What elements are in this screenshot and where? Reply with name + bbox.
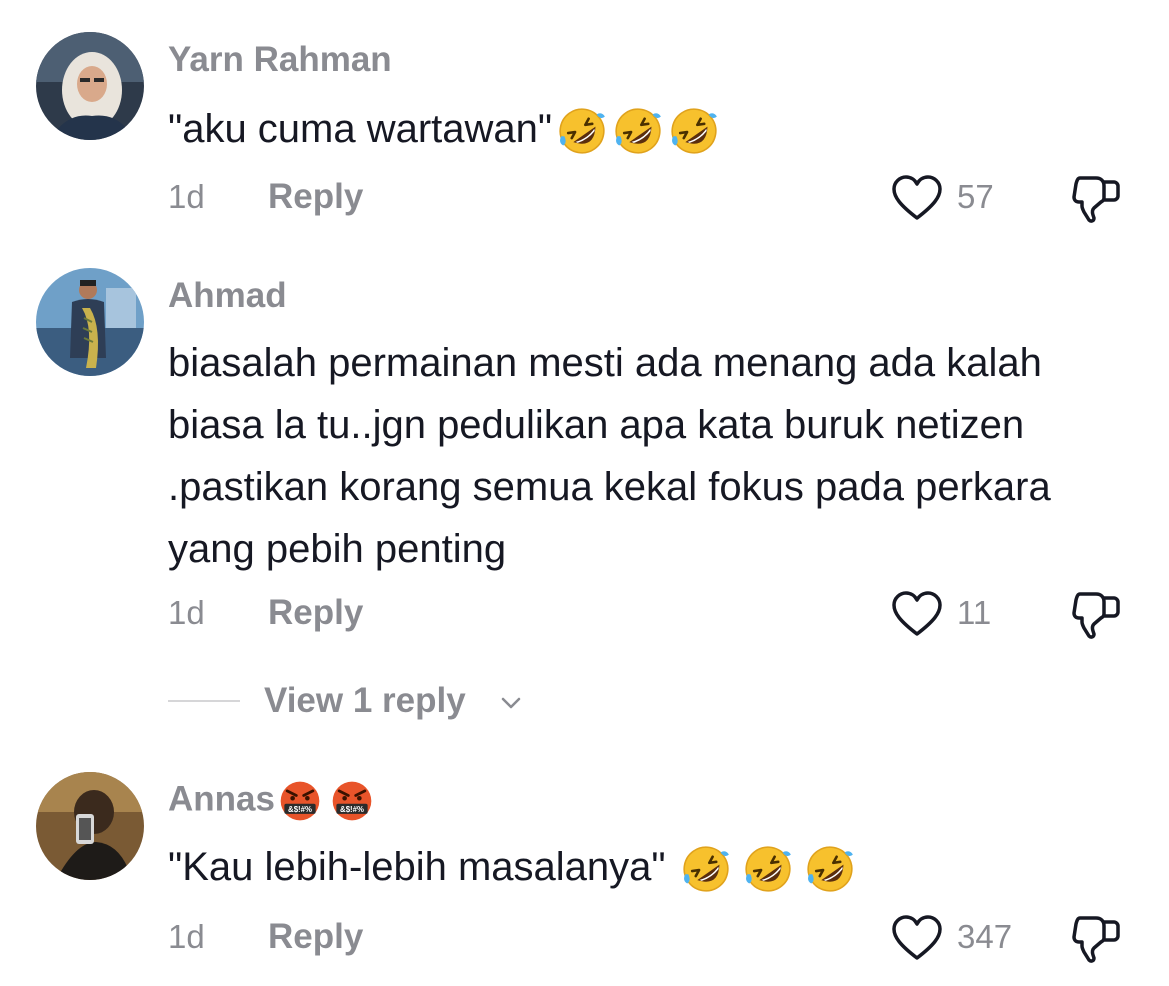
- rolling-on-floor-laughing-emoji: [612, 105, 664, 157]
- avatar[interactable]: [36, 772, 144, 880]
- comment-actions: 1d Reply 57: [0, 172, 1169, 222]
- heart-icon[interactable]: [890, 590, 944, 638]
- thumbs-down-icon[interactable]: [1070, 912, 1124, 966]
- heart-icon[interactable]: [890, 174, 944, 222]
- rolling-on-floor-laughing-emoji: [556, 105, 608, 157]
- like-count: 57: [957, 178, 994, 215]
- comment-text: biasalah permainan mesti ada menang ada …: [168, 341, 1051, 571]
- avatar[interactable]: [36, 268, 144, 376]
- timestamp: 1d: [168, 918, 205, 955]
- chevron-down-icon[interactable]: [498, 690, 524, 716]
- avatar[interactable]: [36, 32, 144, 140]
- reply-button[interactable]: Reply: [268, 588, 363, 638]
- rolling-on-floor-laughing-emoji: [804, 843, 856, 895]
- comment-text: "Kau lebih-lebih masalanya": [168, 836, 1128, 898]
- thumbs-down-icon[interactable]: [1070, 588, 1124, 642]
- comment-actions: 1d Reply 11: [0, 588, 1169, 638]
- username[interactable]: Annas: [168, 778, 375, 824]
- comment-text-content: "aku cuma wartawan": [168, 107, 553, 151]
- face-with-symbols-on-mouth-emoji: [329, 778, 375, 824]
- thumbs-down-icon[interactable]: [1070, 172, 1124, 226]
- face-with-symbols-on-mouth-emoji: [277, 778, 323, 824]
- rolling-on-floor-laughing-emoji: [680, 843, 732, 895]
- username-text: Annas: [168, 779, 275, 819]
- comment-text: "aku cuma wartawan": [168, 98, 1128, 160]
- username[interactable]: Yarn Rahman: [168, 40, 392, 80]
- view-replies-label[interactable]: View 1 reply: [264, 676, 466, 726]
- timestamp: 1d: [168, 594, 205, 631]
- rolling-on-floor-laughing-emoji: [668, 105, 720, 157]
- comment-text-content: "Kau lebih-lebih masalanya": [168, 845, 666, 889]
- like-count: 11: [957, 594, 992, 631]
- comment-actions: 1d Reply 347: [0, 912, 1169, 962]
- timestamp: 1d: [168, 178, 205, 215]
- heart-icon[interactable]: [890, 914, 944, 962]
- divider-line: [168, 700, 240, 702]
- username[interactable]: Ahmad: [168, 276, 287, 316]
- rolling-on-floor-laughing-emoji: [742, 843, 794, 895]
- view-replies[interactable]: View 1 reply: [0, 676, 1169, 726]
- like-count: 347: [957, 918, 1013, 955]
- reply-button[interactable]: Reply: [268, 912, 363, 962]
- reply-button[interactable]: Reply: [268, 172, 363, 222]
